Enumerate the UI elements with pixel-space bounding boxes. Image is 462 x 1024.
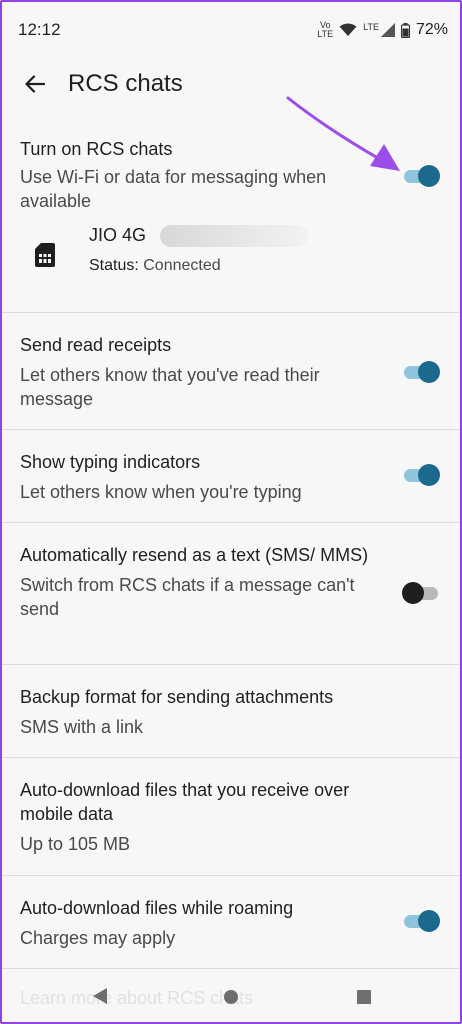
setting-title: Send read receipts xyxy=(20,335,172,355)
nav-back-icon[interactable] xyxy=(93,988,107,1004)
sim-status: Status: Connected xyxy=(89,257,221,274)
back-button[interactable] xyxy=(2,58,68,110)
setting-title: Auto-download files while roaming xyxy=(20,898,294,918)
redacted-number xyxy=(160,225,308,247)
sim-card-icon xyxy=(35,243,55,267)
setting-subtitle: Let others know that you've read their m… xyxy=(20,365,320,409)
typing-indicators-switch[interactable] xyxy=(402,462,440,488)
setting-auto-download-roaming[interactable]: Auto-download files while roaming Charge… xyxy=(2,876,460,968)
setting-subtitle: SMS with a link xyxy=(20,717,144,737)
page-title: RCS chats xyxy=(68,70,183,97)
rcs-switch[interactable] xyxy=(402,163,440,189)
status-icons: Vo LTE LTE 72% xyxy=(317,21,448,39)
signal-icon xyxy=(380,23,395,37)
setting-auto-resend[interactable]: Automatically resend as a text (SMS/ MMS… xyxy=(2,523,460,664)
setting-title: Auto-download files that you receive ove… xyxy=(20,780,350,824)
sim-row: JIO 4G Status: Connected xyxy=(2,215,460,301)
rcs-toggle-subtitle: Use Wi-Fi or data for messaging when ava… xyxy=(20,167,327,211)
lte-signal: LTE xyxy=(363,23,395,37)
nav-home-icon[interactable] xyxy=(224,990,238,1004)
navigation-bar: Learn more about RCS chats xyxy=(2,968,460,1022)
auto-resend-switch[interactable] xyxy=(402,580,440,606)
read-receipts-switch[interactable] xyxy=(402,359,440,385)
rcs-toggle-title: Turn on RCS chats xyxy=(20,139,173,159)
arrow-left-icon xyxy=(25,75,45,93)
battery-percent: 72% xyxy=(415,21,448,38)
status-bar: 12:12 Vo LTE LTE 72% xyxy=(2,2,460,58)
setting-subtitle: Up to 105 MB xyxy=(20,834,131,854)
screen-frame: 12:12 Vo LTE LTE 72% RCS chats Turn on R… xyxy=(0,0,462,1024)
clock: 12:12 xyxy=(18,20,61,39)
volte-icon: Vo LTE xyxy=(317,20,334,39)
setting-auto-download-mobile[interactable]: Auto-download files that you receive ove… xyxy=(2,758,460,875)
setting-title: Automatically resend as a text (SMS/ MMS… xyxy=(20,545,369,565)
setting-title: Show typing indicators xyxy=(20,452,201,472)
setting-backup-format[interactable]: Backup format for sending attachments SM… xyxy=(2,665,460,757)
nav-recents-icon[interactable] xyxy=(357,990,371,1004)
roaming-download-switch[interactable] xyxy=(402,908,440,934)
rcs-toggle-row[interactable]: Turn on RCS chats Use Wi-Fi or data for … xyxy=(2,110,460,215)
setting-subtitle: Switch from RCS chats if a message can't… xyxy=(20,575,355,619)
wifi-icon xyxy=(339,23,357,36)
setting-subtitle: Let others know when you're typing xyxy=(20,482,302,502)
setting-typing-indicators[interactable]: Show typing indicators Let others know w… xyxy=(2,430,460,522)
setting-subtitle: Charges may apply xyxy=(20,928,176,948)
learn-more-link[interactable]: Learn more about RCS chats xyxy=(20,988,253,1009)
setting-title: Backup format for sending attachments xyxy=(20,687,334,707)
battery-icon xyxy=(400,22,410,38)
sim-name: JIO 4G xyxy=(89,225,147,245)
setting-read-receipts[interactable]: Send read receipts Let others know that … xyxy=(2,313,460,429)
settings-list: Turn on RCS chats Use Wi-Fi or data for … xyxy=(2,110,460,969)
